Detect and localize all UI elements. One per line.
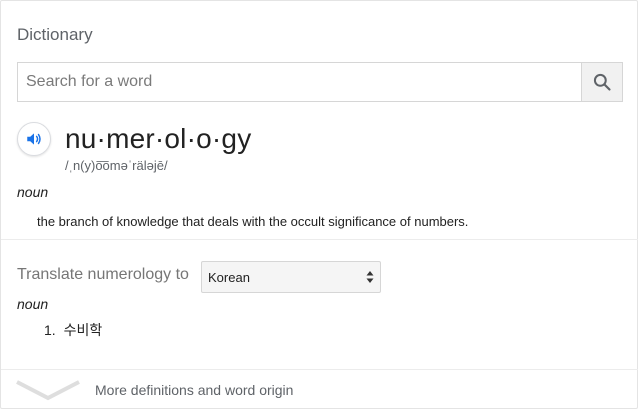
search-button[interactable]	[581, 63, 622, 101]
headword: nu·mer·ol·o·gy	[65, 123, 252, 154]
speaker-icon	[27, 133, 41, 145]
section-divider	[1, 239, 638, 240]
translation-number: 1.	[44, 322, 56, 338]
phonetic-spelling: /ˌn(y)o͞oməˈräləjē/	[65, 158, 168, 173]
pronunciation-audio-button[interactable]	[17, 122, 51, 156]
search-input[interactable]	[18, 63, 581, 101]
search-box	[17, 62, 623, 102]
part-of-speech: noun	[17, 184, 49, 200]
language-select-value: Korean	[208, 269, 250, 285]
dictionary-card: Dictionary nu·mer·ol·o·gy /ˌn(y)o͞oməˈrä…	[0, 0, 638, 409]
more-definitions-button[interactable]: More definitions and word origin	[1, 370, 638, 410]
panel-title: Dictionary	[17, 25, 93, 44]
translation-part-of-speech: noun	[17, 296, 49, 312]
translation-item: 1. 수비학	[44, 322, 102, 338]
translation-text: 수비학	[63, 322, 103, 338]
translate-label: Translate numerology to	[17, 266, 189, 283]
definition-text: the branch of knowledge that deals with …	[37, 214, 469, 229]
chevron-down-icon	[16, 380, 80, 401]
language-select[interactable]: Korean	[201, 261, 381, 293]
search-icon	[593, 73, 611, 91]
select-arrows-icon	[366, 271, 374, 283]
more-definitions-label: More definitions and word origin	[95, 382, 294, 398]
